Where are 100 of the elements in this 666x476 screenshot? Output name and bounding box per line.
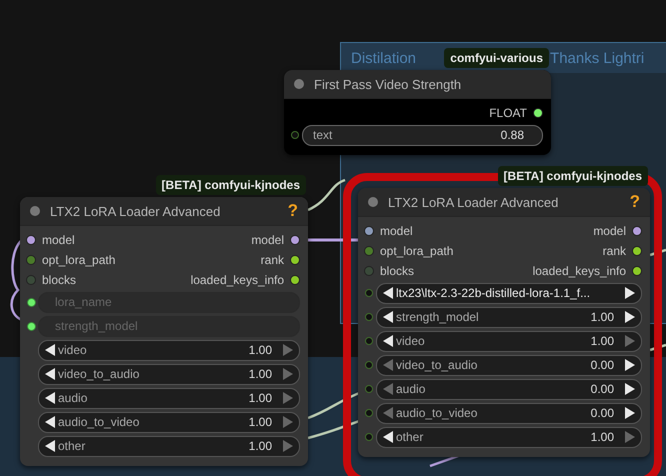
group-title: Distilation bbox=[351, 50, 416, 66]
input-socket-icon[interactable] bbox=[26, 235, 36, 245]
node-badge: [BETA] comfyui-kjnodes bbox=[498, 166, 648, 186]
widget-label: video bbox=[396, 334, 426, 348]
input-socket-icon[interactable] bbox=[364, 246, 374, 256]
node-card[interactable]: First Pass Video Strength FLOAT text 0.88 bbox=[284, 70, 551, 155]
input-label: blocks bbox=[42, 273, 76, 287]
output-socket-icon[interactable] bbox=[290, 235, 300, 245]
widget-value: 0.00 bbox=[590, 406, 614, 420]
input-socket-icon[interactable] bbox=[26, 275, 36, 285]
input-socket-icon[interactable] bbox=[364, 226, 374, 236]
output-label: model bbox=[251, 233, 284, 247]
widget-label: strength_model bbox=[55, 319, 139, 333]
input-label: blocks bbox=[380, 264, 414, 278]
wire bbox=[308, 238, 360, 242]
widget-value: 1.00 bbox=[590, 334, 614, 348]
widget-value: 0.00 bbox=[590, 358, 614, 372]
combo-field[interactable]: ltx23\ltx-2.3-22b-distilled-lora-1.1_f... bbox=[376, 282, 642, 304]
collapse-dot-icon[interactable] bbox=[294, 79, 304, 89]
widget-value: 1.00 bbox=[248, 367, 272, 381]
widget-value: 0.88 bbox=[500, 128, 524, 142]
decrement-arrow-icon[interactable] bbox=[45, 392, 55, 404]
number-field[interactable]: audio 1.00 bbox=[38, 388, 300, 408]
widget-value: 0.00 bbox=[590, 382, 614, 396]
help-icon[interactable]: ? bbox=[630, 192, 640, 212]
widget-label: text bbox=[313, 128, 334, 142]
node-title: LTX2 LoRA Loader Advanced bbox=[50, 204, 222, 218]
increment-arrow-icon[interactable] bbox=[625, 311, 635, 323]
input-label: model bbox=[380, 224, 413, 238]
output-socket-icon[interactable] bbox=[290, 255, 300, 265]
decrement-arrow-icon[interactable] bbox=[45, 344, 55, 356]
widget-label: audio bbox=[396, 382, 426, 396]
number-field[interactable]: audio_to_video 1.00 bbox=[38, 412, 300, 432]
number-field[interactable]: text 0.88 bbox=[302, 124, 543, 146]
decrement-arrow-icon[interactable] bbox=[383, 335, 393, 347]
node-badge: [BETA] comfyui-kjnodes bbox=[156, 175, 306, 195]
node-card[interactable] bbox=[358, 188, 650, 457]
number-field[interactable]: video 1.00 bbox=[38, 340, 300, 360]
number-field[interactable]: audio_to_video 0.00 bbox=[376, 402, 642, 424]
widget-label: other bbox=[58, 439, 86, 453]
widget-value: 1.00 bbox=[248, 415, 272, 429]
wire bbox=[307, 178, 346, 212]
output-label: rank bbox=[602, 244, 626, 258]
number-field[interactable]: video 1.00 bbox=[376, 330, 642, 352]
number-field[interactable]: other 1.00 bbox=[38, 436, 300, 456]
decrement-arrow-icon[interactable] bbox=[383, 311, 393, 323]
output-socket-icon[interactable] bbox=[632, 226, 642, 236]
widget-label: strength_model bbox=[396, 310, 480, 324]
widget-value: 1.00 bbox=[248, 343, 272, 357]
help-icon[interactable]: ? bbox=[288, 201, 298, 221]
increment-arrow-icon[interactable] bbox=[625, 407, 635, 419]
decrement-arrow-icon[interactable] bbox=[45, 416, 55, 428]
increment-arrow-icon[interactable] bbox=[625, 383, 635, 395]
output-socket-icon[interactable] bbox=[632, 246, 642, 256]
widget-value: 1.00 bbox=[590, 430, 614, 444]
node-badge: comfyui-various bbox=[444, 48, 549, 68]
input-socket-icon[interactable] bbox=[26, 255, 36, 265]
increment-arrow-icon[interactable] bbox=[625, 287, 635, 299]
output-label: loaded_keys_info bbox=[532, 264, 626, 278]
decrement-arrow-icon[interactable] bbox=[45, 440, 55, 452]
node-title: LTX2 LoRA Loader Advanced bbox=[388, 194, 560, 210]
input-socket-icon[interactable] bbox=[364, 266, 374, 276]
output-label: loaded_keys_info bbox=[190, 273, 284, 287]
output-label: rank bbox=[260, 253, 284, 267]
widget-label: audio_to_video bbox=[396, 406, 478, 420]
widget-socket-icon[interactable] bbox=[26, 298, 36, 306]
widget-label: video_to_audio bbox=[396, 358, 478, 372]
number-field[interactable]: audio 0.00 bbox=[376, 378, 642, 400]
output-label: FLOAT bbox=[489, 106, 527, 120]
number-field[interactable]: video_to_audio 0.00 bbox=[376, 354, 642, 376]
input-label: opt_lora_path bbox=[42, 253, 116, 267]
widget-label: audio bbox=[58, 391, 88, 405]
widget-label: audio_to_video bbox=[58, 415, 140, 429]
group-title: Thanks Lightri bbox=[550, 50, 644, 66]
output-socket-icon[interactable] bbox=[632, 266, 642, 276]
widget-value: 1.00 bbox=[248, 439, 272, 453]
input-label: opt_lora_path bbox=[380, 244, 454, 258]
number-field[interactable]: strength_model 1.00 bbox=[376, 306, 642, 328]
number-field[interactable]: video_to_audio 1.00 bbox=[38, 364, 300, 384]
widget-value: ltx23\ltx-2.3-22b-distilled-lora-1.1_f... bbox=[396, 286, 592, 300]
decrement-arrow-icon[interactable] bbox=[383, 431, 393, 443]
node-title: First Pass Video Strength bbox=[314, 76, 462, 92]
decrement-arrow-icon[interactable] bbox=[383, 287, 393, 299]
decrement-arrow-icon[interactable] bbox=[45, 368, 55, 380]
output-socket-icon[interactable] bbox=[290, 275, 300, 285]
output-label: model bbox=[593, 224, 626, 238]
collapse-dot-icon[interactable] bbox=[30, 206, 40, 216]
widget-value: 1.00 bbox=[590, 310, 614, 324]
widget-label: other bbox=[396, 430, 424, 444]
input-label: model bbox=[42, 233, 75, 247]
widget-socket-icon[interactable] bbox=[26, 322, 36, 330]
collapse-dot-icon[interactable] bbox=[368, 197, 378, 207]
widget-label: video bbox=[58, 343, 88, 357]
number-field[interactable]: other 1.00 bbox=[376, 426, 642, 448]
widget-label: video_to_audio bbox=[58, 367, 140, 381]
widget-value: 1.00 bbox=[248, 391, 272, 405]
node-card[interactable]: LTX2 LoRA Loader Advanced ? model model opt_lora_path rank blocks loaded_keys_info lora_name strength_model video 1.00 video_to_audio 1.00 audio 1.00 audio_to_video 1.00 other 1.00 bbox=[20, 197, 308, 466]
output-socket-icon[interactable] bbox=[533, 108, 543, 118]
widget-label: lora_name bbox=[55, 295, 113, 309]
increment-arrow-icon[interactable] bbox=[625, 359, 635, 371]
